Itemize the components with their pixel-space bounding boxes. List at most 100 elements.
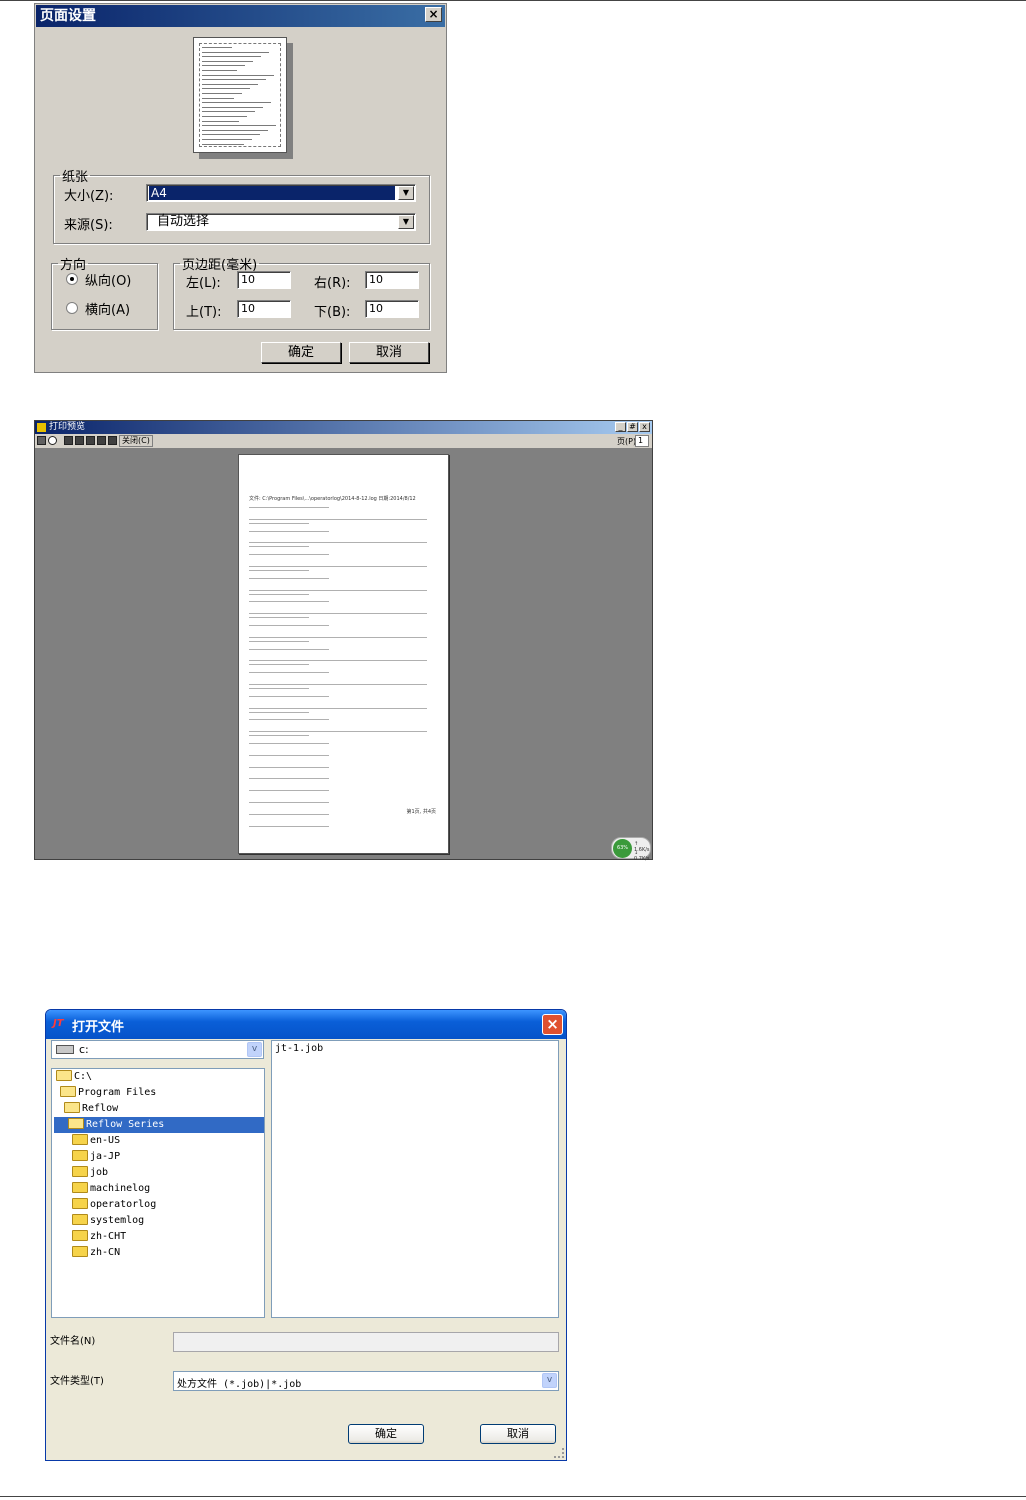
source-label: 来源(S): <box>64 218 113 233</box>
four-page-icon[interactable] <box>97 436 106 445</box>
preview-log-line <box>249 813 329 815</box>
preview-log-line <box>249 542 427 544</box>
preview-log-line <box>249 672 329 674</box>
preview-log-line <box>249 566 427 567</box>
file-list: jt-1.job <box>271 1040 559 1318</box>
bottom-margin-label: 下(B): <box>314 305 351 320</box>
preview-log-line <box>249 688 309 689</box>
preview-log-line <box>249 613 427 615</box>
paper-source-value: 自动选择 <box>157 214 210 229</box>
tree-node-reflow-series[interactable]: Reflow Series <box>54 1117 264 1133</box>
folder-icon <box>72 1182 88 1193</box>
folder-icon <box>72 1246 88 1257</box>
landscape-radio[interactable] <box>66 302 78 314</box>
one-page-icon[interactable] <box>64 436 73 445</box>
preview-page: 文件: C:\Program Files\...\operatorlog\201… <box>238 454 449 854</box>
resize-grip[interactable] <box>554 1448 564 1458</box>
filename-input[interactable] <box>173 1332 559 1352</box>
folder-icon <box>72 1198 88 1209</box>
preview-log-line <box>249 546 309 548</box>
maximize-icon[interactable]: # <box>627 422 638 432</box>
preview-log-line <box>249 530 329 532</box>
tree-node-systemlog[interactable]: systemlog <box>72 1213 144 1229</box>
cancel-button[interactable]: 取消 <box>349 342 429 363</box>
preview-log-line <box>249 554 329 556</box>
chevron-down-icon[interactable]: ▼ <box>398 186 414 200</box>
print-preview-toolbar: 关闭(C) 页(P) 1 <box>35 434 652 449</box>
drive-select[interactable]: c: v <box>51 1040 264 1059</box>
page-setup-dialog: 页面设置 × 纸张 大小(Z): A4 ▼ 来源(S): 自动选择 ▼ 方向 纵… <box>34 3 447 373</box>
preview-log-line <box>249 648 329 650</box>
tree-node-operatorlog[interactable]: operatorlog <box>72 1197 156 1213</box>
drive-value: c: <box>79 1043 89 1056</box>
preview-log-line <box>249 731 427 733</box>
three-page-icon[interactable] <box>86 436 95 445</box>
six-page-icon[interactable] <box>108 436 117 445</box>
preview-log-line <box>249 766 329 768</box>
tree-node-reflow[interactable]: Reflow <box>64 1101 118 1117</box>
preview-log-line <box>249 625 329 626</box>
preview-text-line <box>202 139 252 140</box>
open-folder-icon <box>68 1118 84 1129</box>
ok-button[interactable]: 确定 <box>348 1424 424 1444</box>
chevron-down-icon[interactable]: ▼ <box>398 215 414 229</box>
bottom-margin-input[interactable]: 10 <box>365 300 419 318</box>
preview-log-line <box>249 790 329 792</box>
paper-group-label: 纸张 <box>62 170 89 185</box>
left-margin-label: 左(L): <box>186 276 221 291</box>
filetype-select[interactable]: 处方文件 (*.job)|*.job v <box>173 1371 559 1391</box>
preview-log-line <box>249 593 309 595</box>
top-rule <box>0 0 1026 1</box>
app-icon <box>37 423 46 432</box>
close-icon[interactable]: × <box>425 7 442 22</box>
chevron-down-icon[interactable]: v <box>247 1042 262 1057</box>
paper-size-select[interactable]: A4 ▼ <box>146 184 416 202</box>
close-icon[interactable]: x <box>639 422 650 432</box>
file-item[interactable]: jt-1.job <box>275 1043 323 1054</box>
preview-text-line <box>202 106 263 108</box>
two-page-icon[interactable] <box>75 436 84 445</box>
preview-text-line <box>202 60 253 62</box>
page-preview-thumbnail <box>193 37 287 153</box>
filename-label: 文件名(N) <box>50 1336 96 1347</box>
preview-log-line <box>249 754 329 756</box>
tree-node-machinelog[interactable]: machinelog <box>72 1181 150 1197</box>
preview-log-line <box>249 684 427 685</box>
landscape-label[interactable]: 横向(A) <box>85 299 130 318</box>
tree-node-zh-cn[interactable]: zh-CN <box>72 1245 120 1261</box>
print-preview-title: 打印预览 <box>49 422 86 432</box>
print-preview-window: 打印预览 _ # x 关闭(C) 页(P) 1 文件: C:\Program F… <box>34 420 653 862</box>
portrait-radio[interactable] <box>66 273 78 285</box>
minimize-icon[interactable]: _ <box>615 422 626 432</box>
top-margin-input[interactable]: 10 <box>237 300 291 318</box>
preview-log-line <box>249 570 309 571</box>
close-icon[interactable]: × <box>542 1014 563 1035</box>
ok-button[interactable]: 确定 <box>261 342 341 363</box>
zoom-icon[interactable] <box>48 436 57 445</box>
tree-node-job[interactable]: job <box>72 1165 108 1181</box>
tree-node-c-root[interactable]: C:\ <box>56 1069 92 1085</box>
tree-node-zh-cht[interactable]: zh-CHT <box>72 1229 126 1245</box>
preview-log-line <box>249 743 329 744</box>
paper-source-select[interactable]: 自动选择 ▼ <box>146 213 416 231</box>
preview-text-line <box>202 125 276 127</box>
app-logo-icon: JT <box>53 1018 64 1029</box>
page-setup-title: 页面设置 <box>36 5 445 27</box>
chevron-down-icon[interactable]: v <box>542 1373 557 1388</box>
tree-node-ja-jp[interactable]: ja-JP <box>72 1149 120 1165</box>
right-margin-input[interactable]: 10 <box>365 271 419 289</box>
preview-log-line <box>249 589 427 591</box>
close-preview-button[interactable]: 关闭(C) <box>119 435 153 447</box>
page-number-spinner[interactable]: 1 <box>635 435 649 447</box>
left-margin-input[interactable]: 10 <box>237 271 291 289</box>
preview-log-line <box>249 735 309 737</box>
print-icon[interactable] <box>37 436 46 445</box>
page-label: 页(P) <box>617 437 637 446</box>
right-margin-label: 右(R): <box>314 276 351 291</box>
tree-node-program-files[interactable]: Program Files <box>60 1085 156 1101</box>
portrait-label[interactable]: 纵向(O) <box>85 270 131 289</box>
cancel-button[interactable]: 取消 <box>480 1424 556 1444</box>
tree-node-en-us[interactable]: en-US <box>72 1133 120 1149</box>
preview-text-line <box>202 56 261 58</box>
folder-icon <box>72 1134 88 1145</box>
